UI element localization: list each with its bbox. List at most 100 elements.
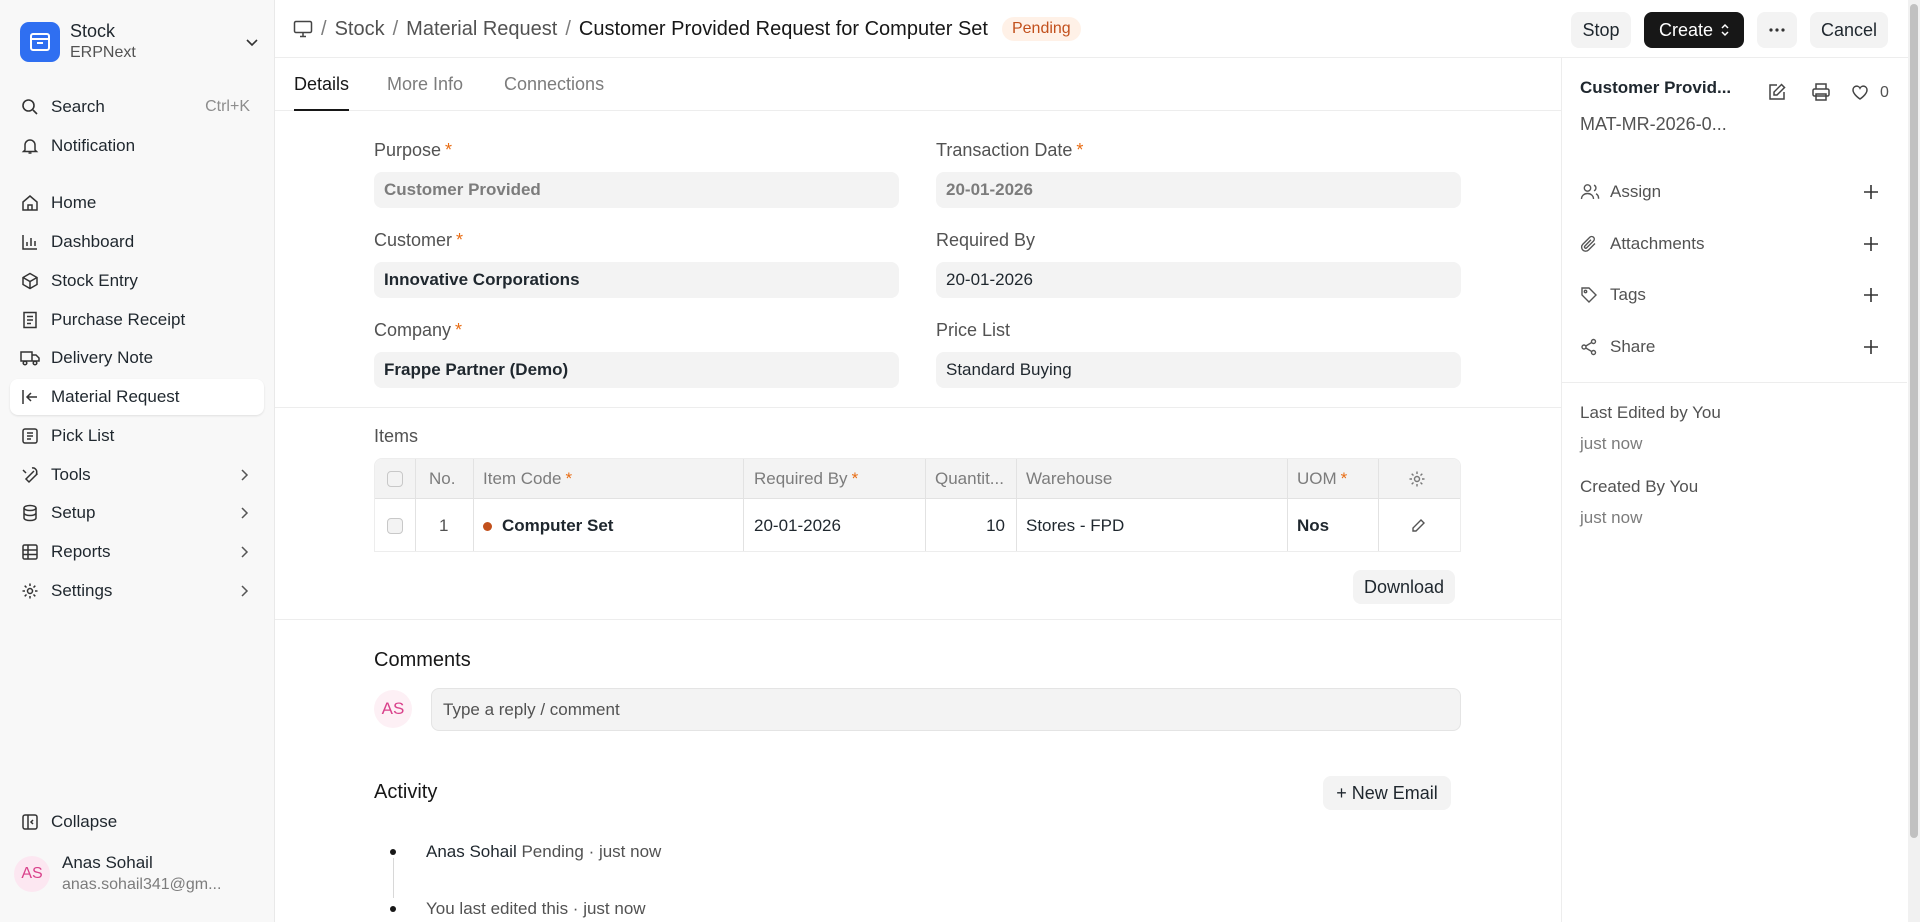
row-no: 1	[439, 516, 449, 535]
sidebar-item-purchase-receipt[interactable]: Purchase Receipt	[10, 302, 264, 338]
section-divider	[275, 619, 1561, 620]
sidebar-item-dashboard[interactable]: Dashboard	[10, 224, 264, 260]
sidebar-item-label: Tools	[51, 465, 91, 484]
activity-entry: Anas Sohail Pending · just now	[426, 842, 662, 861]
section-divider	[275, 407, 1561, 408]
heart-icon[interactable]	[1850, 82, 1870, 102]
sidebar-item-reports[interactable]: Reports	[10, 534, 264, 570]
breadcrumb-separator: /	[321, 17, 327, 40]
sidebar-collapse[interactable]: Collapse	[10, 804, 264, 840]
receipt-icon	[20, 310, 40, 330]
transaction-date-field[interactable]: 20-01-2026	[936, 172, 1461, 208]
row-uom[interactable]: Nos	[1297, 499, 1329, 551]
collapse-icon	[20, 812, 40, 832]
plus-icon[interactable]	[1862, 286, 1880, 304]
tab-details[interactable]: Details	[294, 74, 350, 111]
plus-icon[interactable]	[1862, 183, 1880, 201]
avatar: AS	[374, 690, 412, 728]
row-warehouse[interactable]: Stores - FPD	[1026, 499, 1124, 551]
required-by-field[interactable]: 20-01-2026	[936, 262, 1461, 298]
share-icon	[1580, 338, 1600, 356]
row-checkbox[interactable]	[387, 518, 403, 534]
price-list-label: Price List	[936, 320, 1011, 340]
sidebar-action-share[interactable]: Share	[1580, 335, 1880, 359]
breadcrumb-separator: /	[565, 17, 571, 40]
required-by-label: Required By	[936, 230, 1036, 250]
page-scrollbar[interactable]	[1908, 0, 1920, 922]
company-field[interactable]: Frappe Partner (Demo)	[374, 352, 899, 388]
sidebar-item-material-request[interactable]: Material Request	[10, 379, 264, 415]
stop-button[interactable]: Stop	[1571, 12, 1631, 48]
sidebar: Stock ERPNext Search Ctrl+K Notification…	[0, 0, 275, 922]
sidebar-divider	[1562, 382, 1907, 383]
items-table: No. Item Code * Required By * Quantit... W…	[374, 458, 1461, 552]
plus-icon[interactable]	[1862, 338, 1880, 356]
row-required-by[interactable]: 20-01-2026	[754, 499, 841, 551]
sidebar-item-tools[interactable]: Tools	[10, 457, 264, 493]
sidebar-item-setup[interactable]: Setup	[10, 495, 264, 531]
sidebar-action-assign[interactable]: Assign	[1580, 180, 1880, 204]
edit-icon[interactable]	[1767, 82, 1787, 102]
sidebar-item-label: Pick List	[51, 426, 115, 445]
sidebar-action-tags[interactable]: Tags	[1580, 283, 1880, 307]
create-button[interactable]: Create	[1644, 12, 1744, 48]
tab-connections[interactable]: Connections	[504, 74, 604, 111]
column-uom: UOM *	[1297, 468, 1348, 488]
paperclip-icon	[1580, 235, 1600, 253]
new-email-button[interactable]: + New Email	[1323, 776, 1451, 810]
arrow-left-bar-icon	[20, 387, 40, 407]
like-count: 0	[1880, 84, 1889, 101]
sidebar-item-pick-list[interactable]: Pick List	[10, 418, 264, 454]
timeline-bullet	[390, 849, 396, 855]
page-title: Customer Provided Request for Computer S…	[578, 17, 988, 40]
breadcrumb-separator: /	[392, 17, 399, 40]
sidebar-action-attachments[interactable]: Attachments	[1580, 232, 1880, 256]
sidebar-item-delivery-note[interactable]: Delivery Note	[10, 340, 264, 376]
customer-label: Customer *	[374, 230, 464, 250]
more-actions-button[interactable]	[1757, 12, 1797, 48]
user-menu[interactable]: AS Anas Sohail anas.sohail341@gm...	[10, 848, 264, 900]
database-icon	[20, 503, 40, 523]
doc-title: Customer Provid...	[1580, 78, 1732, 97]
wrench-icon	[20, 465, 40, 485]
breadcrumb-material-request[interactable]: Material Request	[406, 18, 557, 41]
plus-icon[interactable]	[1862, 235, 1880, 253]
comment-input[interactable]: Type a reply / comment	[431, 688, 1461, 731]
row-quantity[interactable]: 10	[975, 499, 1005, 551]
price-list-field[interactable]: Standard Buying	[936, 352, 1461, 388]
sidebar-item-home[interactable]: Home	[10, 185, 264, 221]
company-label: Company *	[374, 320, 463, 340]
home-icon	[20, 193, 40, 213]
timeline-bullet	[390, 906, 396, 912]
app-switcher[interactable]: Stock ERPNext	[20, 20, 270, 64]
column-item-code: Item Code *	[483, 468, 573, 488]
sidebar-item-settings[interactable]: Settings	[10, 573, 264, 609]
table-row[interactable]: 1 Computer Set 20-01-2026 10 Stores - FP…	[375, 499, 1460, 551]
timeline-line	[393, 858, 394, 898]
sidebar-item-stock-entry[interactable]: Stock Entry	[10, 263, 264, 299]
sidebar-notification[interactable]: Notification	[10, 128, 264, 164]
scrollbar-thumb[interactable]	[1910, 4, 1918, 838]
purpose-label: Purpose *	[374, 140, 453, 160]
users-icon	[1580, 183, 1600, 201]
tag-icon	[1580, 286, 1600, 304]
transaction-date-label: Transaction Date *	[936, 140, 1084, 160]
sidebar-search[interactable]: Search Ctrl+K	[10, 89, 264, 125]
bar-chart-icon	[20, 232, 40, 252]
purpose-field[interactable]: Customer Provided	[374, 172, 899, 208]
breadcrumb-stock[interactable]: Stock	[335, 18, 385, 41]
column-settings-gear-icon[interactable]	[1408, 459, 1426, 498]
edit-row-pencil-icon[interactable]	[1410, 499, 1426, 551]
create-button-label: Create	[1658, 19, 1714, 40]
select-all-checkbox[interactable]	[387, 470, 403, 487]
tab-more-info[interactable]: More Info	[387, 74, 463, 111]
cancel-button[interactable]: Cancel	[1810, 12, 1888, 48]
customer-field[interactable]: Innovative Corporations	[374, 262, 899, 298]
download-button[interactable]: Download	[1353, 570, 1455, 604]
activity-title: Activity	[374, 781, 438, 803]
desktop-icon[interactable]	[293, 20, 313, 38]
table-icon	[20, 542, 40, 562]
truck-icon	[20, 348, 40, 368]
printer-icon[interactable]	[1811, 82, 1831, 102]
row-item-code[interactable]: Computer Set	[483, 499, 613, 551]
